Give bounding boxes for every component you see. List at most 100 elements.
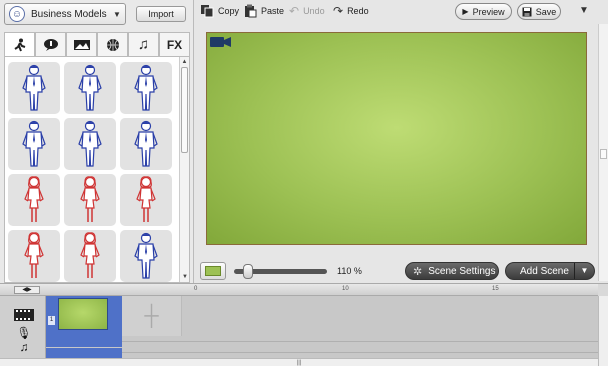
scroll-up-icon[interactable]: ▲ <box>180 57 189 67</box>
library-scrollbar[interactable]: ▲ ▼ <box>179 57 189 282</box>
floppy-disk-icon <box>522 7 532 16</box>
female-character-icon <box>136 176 156 222</box>
scene-clip-thumbnail <box>58 298 108 330</box>
character-thumbnail[interactable] <box>64 62 116 114</box>
preview-label: Preview <box>472 6 505 17</box>
library-scroll-thumb[interactable] <box>181 67 188 153</box>
female-character-icon <box>80 176 100 222</box>
copy-label: Copy <box>218 6 240 16</box>
ruler-tick: 10 <box>342 286 349 292</box>
microphone-icon: 🎙 <box>16 326 32 340</box>
male-character-icon <box>134 232 158 279</box>
character-thumbnail[interactable] <box>64 230 116 282</box>
character-thumbnail[interactable] <box>8 230 60 282</box>
timeline-scroll-thumb[interactable]: ||| <box>294 360 304 366</box>
scene-settings-button[interactable]: ✲ Scene Settings <box>405 262 499 280</box>
stage-thumbnail-button[interactable] <box>200 262 226 280</box>
import-button[interactable]: Import <box>136 6 186 22</box>
add-scene-dropdown-chevron-icon[interactable]: ▼ <box>574 263 594 279</box>
character-thumbnail[interactable] <box>8 174 60 226</box>
undo-label: Undo <box>303 6 325 16</box>
tab-characters[interactable] <box>4 32 35 56</box>
paste-icon <box>245 4 257 18</box>
timeline-panel: ◀▶ 0 10 15 🎙 ♫ 1 ┼ ||| <box>0 283 608 366</box>
undo-icon: ↶ <box>289 4 300 18</box>
camera-icon[interactable] <box>210 36 232 48</box>
ruler-tick: 0 <box>194 286 198 292</box>
stage-scroll-thumb[interactable] <box>600 149 607 159</box>
stage-thumbnail-preview <box>205 266 221 276</box>
redo-label: Redo <box>347 6 369 16</box>
stage-vertical-scrollbar[interactable] <box>598 24 608 281</box>
chevron-down-icon: ▼ <box>113 9 121 19</box>
voice-track-clip[interactable] <box>46 336 122 347</box>
character-thumbnail[interactable] <box>120 62 172 114</box>
tab-effects[interactable]: FX <box>159 32 190 56</box>
redo-icon: ↷ <box>333 4 344 18</box>
save-button[interactable]: Save <box>517 3 561 20</box>
character-thumbnail[interactable] <box>64 174 116 226</box>
timeline-tracks[interactable]: 1 ┼ <box>46 296 598 358</box>
timeline-vertical-scrollbar[interactable] <box>598 296 608 366</box>
speech-bubble-icon <box>43 38 58 51</box>
character-thumbnail[interactable] <box>8 118 60 170</box>
scroll-down-icon[interactable]: ▼ <box>180 272 189 282</box>
more-menu-chevron-icon[interactable]: ▼ <box>579 5 589 16</box>
character-grid <box>8 62 176 282</box>
redo-button[interactable]: ↷ Redo <box>333 3 369 19</box>
landscape-icon <box>73 39 90 50</box>
timeline-collapse-button[interactable]: ◀▶ <box>14 286 40 294</box>
zoom-slider-handle[interactable] <box>243 264 253 279</box>
theme-dropdown[interactable]: ☺ Business Models ▼ <box>4 3 126 25</box>
timeline-horizontal-scrollbar[interactable]: ||| <box>0 358 598 366</box>
add-scene-button[interactable]: Add Scene ▼ <box>505 262 595 280</box>
music-track-line <box>122 352 598 353</box>
character-library: ▲ ▼ <box>4 56 190 283</box>
theme-dropdown-label: Business Models <box>31 8 107 20</box>
add-scene-label: Add Scene <box>520 265 569 277</box>
preview-button[interactable]: ▶ Preview <box>455 3 512 20</box>
effects-tab-label: FX <box>166 37 183 52</box>
music-track-icon: ♫ <box>19 340 29 354</box>
ruler-tick: 15 <box>492 286 499 292</box>
scene-number: 1 <box>48 316 55 325</box>
film-strip-icon <box>14 308 34 322</box>
running-figure-icon <box>13 38 25 51</box>
basketball-icon <box>106 38 119 51</box>
gear-icon: ✲ <box>413 265 423 278</box>
tab-sounds[interactable]: ♫ <box>128 32 159 56</box>
video-editor-app: ☺ Business Models ▼ Import ♫ FX ▲ ▼ Copy… <box>0 0 608 366</box>
male-character-icon <box>134 64 158 111</box>
male-character-icon <box>78 64 102 111</box>
character-thumbnail[interactable] <box>120 118 172 170</box>
copy-button[interactable]: Copy <box>200 3 239 19</box>
undo-button[interactable]: ↶ Undo <box>289 3 325 19</box>
tab-props[interactable] <box>97 32 128 56</box>
male-character-icon <box>22 64 46 111</box>
character-thumbnail[interactable] <box>120 174 172 226</box>
male-character-icon <box>22 120 46 167</box>
scene-clip-1[interactable]: 1 <box>46 296 122 336</box>
female-character-icon <box>24 176 44 222</box>
category-tabs: ♫ FX <box>4 32 190 56</box>
scene-stage-canvas[interactable] <box>206 32 587 245</box>
tab-backgrounds[interactable] <box>66 32 97 56</box>
asset-library-panel: ☺ Business Models ▼ Import ♫ FX ▲ ▼ <box>0 0 194 283</box>
female-character-icon <box>80 232 100 278</box>
music-track-clip[interactable] <box>46 348 122 358</box>
character-thumbnail[interactable] <box>64 118 116 170</box>
character-thumbnail[interactable] <box>8 62 60 114</box>
tab-bubbles[interactable] <box>35 32 66 56</box>
timeline-track-icons: 🎙 ♫ <box>0 296 46 358</box>
plus-icon: ┼ <box>144 304 159 327</box>
paste-label: Paste <box>261 6 285 16</box>
character-thumbnail[interactable] <box>120 230 172 282</box>
male-character-icon <box>78 120 102 167</box>
add-scene-slot[interactable]: ┼ <box>122 296 182 336</box>
music-note-icon: ♫ <box>137 36 150 53</box>
theme-icon: ☺ <box>9 6 25 22</box>
copy-icon <box>201 5 214 18</box>
voice-track-line <box>122 341 598 342</box>
timeline-ruler[interactable]: ◀▶ 0 10 15 <box>0 284 598 296</box>
paste-button[interactable]: Paste <box>243 3 284 19</box>
